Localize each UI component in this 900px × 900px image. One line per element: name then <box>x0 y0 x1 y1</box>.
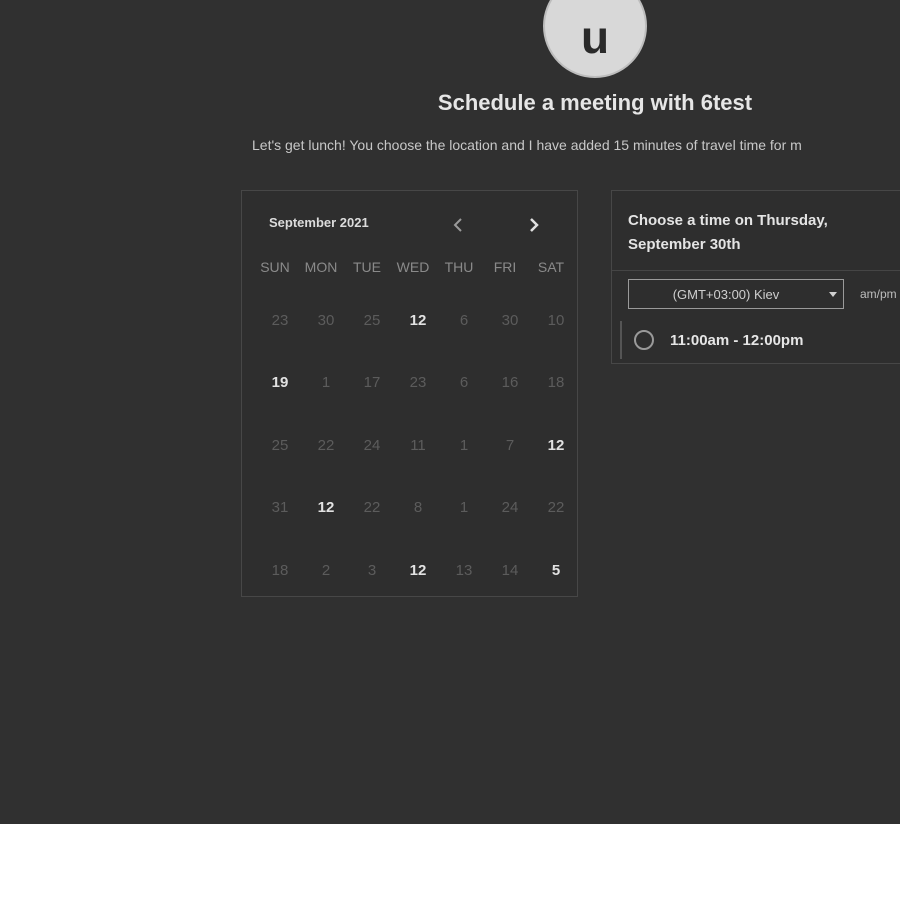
calendar-day: 24 <box>363 436 381 454</box>
time-format-toggle[interactable]: am/pm <box>860 287 897 301</box>
calendar-day: 31 <box>271 499 289 517</box>
date-picker-calendar: September 2021 SUN MON TUE WED THU FRI S… <box>241 190 578 597</box>
calendar-day: 23 <box>409 374 427 392</box>
timezone-select[interactable]: (GMT+03:00) Kiev <box>628 279 844 309</box>
weekday-label: FRI <box>493 259 517 275</box>
calendar-day: 23 <box>271 311 289 329</box>
calendar-week-row: 18 2 3 12 13 14 5 <box>257 539 579 602</box>
page-title: Schedule a meeting with 6test <box>437 90 753 115</box>
calendar-day: 16 <box>501 374 519 392</box>
time-slot-label: 11:00am - 12:00pm <box>670 331 804 349</box>
weekday-label: SAT <box>537 259 565 275</box>
calendar-day: 11 <box>410 436 426 454</box>
chevron-left-icon <box>453 218 462 232</box>
page-description: Let's get lunch! You choose the location… <box>252 137 802 153</box>
avatar-initial: u <box>580 11 610 63</box>
time-panel-header: Choose a time on Thursday, September 30t… <box>612 191 900 271</box>
previous-month-button[interactable] <box>446 213 470 237</box>
calendar-day: 22 <box>317 436 335 454</box>
time-slot-option[interactable]: 11:00am - 12:00pm <box>620 321 900 359</box>
calendar-week-row: 19 1 17 23 6 16 18 <box>257 352 579 415</box>
calendar-day: 1 <box>459 499 469 517</box>
calendar-day: 6 <box>459 311 469 329</box>
calendar-day: 10 <box>547 311 565 329</box>
calendar-day: 6 <box>459 374 469 392</box>
calendar-day-available[interactable]: 12 <box>303 499 349 516</box>
calendar-day: 14 <box>501 561 519 579</box>
calendar-day: 22 <box>363 499 381 517</box>
calendar-day: 22 <box>547 499 565 517</box>
chevron-right-icon <box>530 218 539 232</box>
calendar-day: 17 <box>363 374 381 392</box>
calendar-month-label: September 2021 <box>269 215 369 230</box>
weekday-label: THU <box>444 259 474 275</box>
timezone-value: (GMT+03:00) Kiev <box>672 286 780 302</box>
weekday-header-row: SUN MON TUE WED THU FRI SAT <box>252 259 574 275</box>
time-slot-panel: Choose a time on Thursday, September 30t… <box>611 190 900 364</box>
calendar-day: 2 <box>321 561 331 579</box>
calendar-day: 8 <box>413 499 423 517</box>
booking-page: u Schedule a meeting with 6test Let's ge… <box>0 0 900 824</box>
calendar-day-available[interactable]: 12 <box>533 437 579 454</box>
calendar-day-available[interactable]: 12 <box>395 312 441 329</box>
calendar-day: 18 <box>271 561 289 579</box>
calendar-week-row: 25 22 24 11 1 7 12 <box>257 414 579 477</box>
calendar-day: 13 <box>455 561 473 579</box>
calendar-week-row: 23 30 25 12 6 30 10 <box>257 289 579 352</box>
time-panel-title: Choose a time on Thursday, September 30t… <box>628 212 828 253</box>
calendar-day: 7 <box>505 436 515 454</box>
calendar-day: 25 <box>271 436 289 454</box>
weekday-label: WED <box>396 259 430 275</box>
calendar-day-available[interactable]: 5 <box>533 562 579 579</box>
next-month-button[interactable] <box>522 213 546 237</box>
calendar-week-row: 31 12 22 8 1 24 22 <box>257 477 579 540</box>
radio-button[interactable] <box>634 330 654 350</box>
calendar-day-available[interactable]: 12 <box>395 562 441 579</box>
weekday-label: SUN <box>260 259 290 275</box>
calendar-day: 1 <box>321 374 331 392</box>
calendar-day: 30 <box>317 311 335 329</box>
calendar-day-available[interactable]: 19 <box>257 374 303 391</box>
calendar-day-grid: 23 30 25 12 6 30 10 19 1 17 23 6 16 18 25 22 24 11 1 7 12 31 1… <box>257 289 579 602</box>
calendar-day: 18 <box>547 374 565 392</box>
calendar-day: 1 <box>459 436 469 454</box>
weekday-label: MON <box>304 259 338 275</box>
avatar: u <box>543 0 647 78</box>
calendar-day: 24 <box>501 499 519 517</box>
calendar-day: 3 <box>367 561 377 579</box>
weekday-label: TUE <box>353 259 381 275</box>
calendar-day: 25 <box>363 311 381 329</box>
calendar-day: 30 <box>501 311 519 329</box>
caret-down-icon <box>823 291 843 297</box>
